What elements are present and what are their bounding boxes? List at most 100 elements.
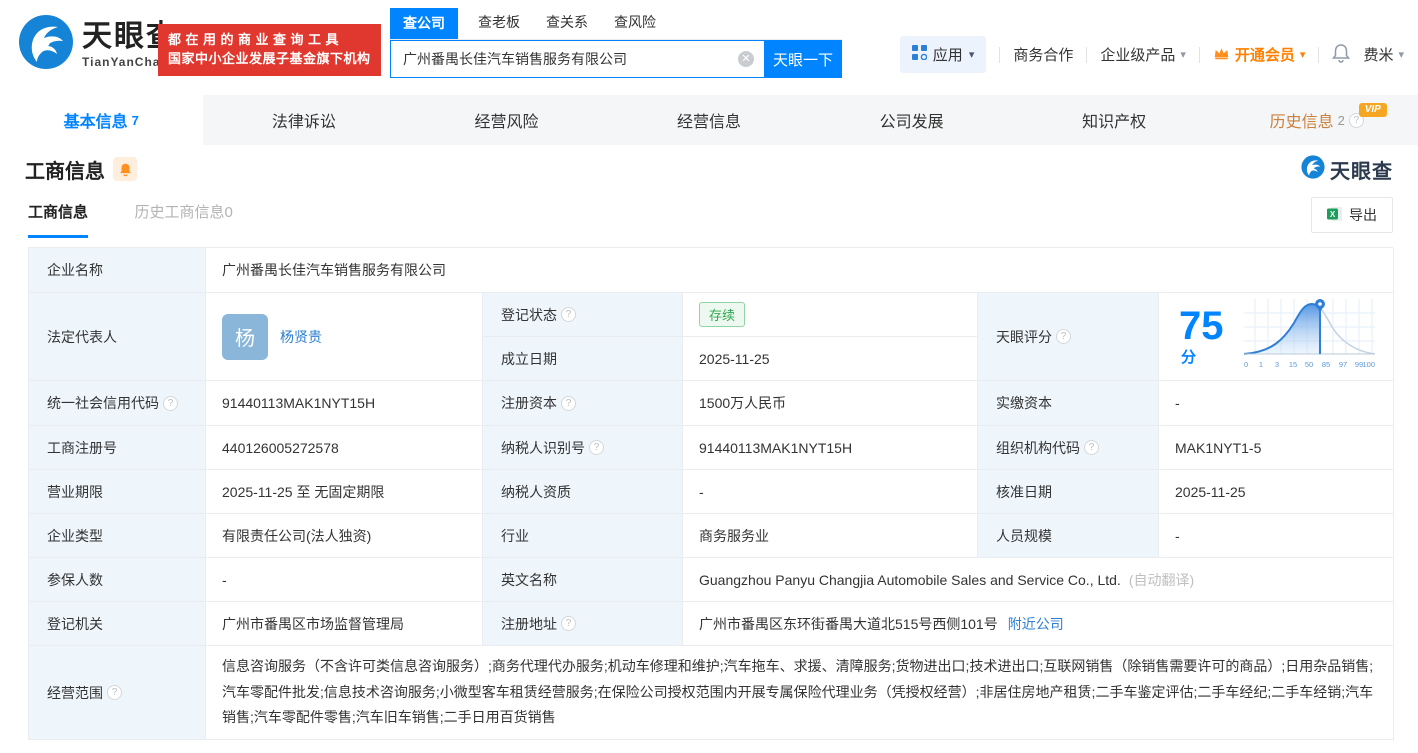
- help-icon[interactable]: ?: [589, 440, 604, 455]
- label-text: 登记机关: [47, 614, 103, 634]
- subtab-business-info[interactable]: 工商信息: [28, 201, 88, 238]
- value-text: 91440113MAK1NYT15H: [222, 395, 375, 411]
- label-text: 核准日期: [996, 482, 1052, 502]
- brand-slogan: 都在用的商业查询工具 国家中小企业发展子基金旗下机构: [158, 24, 381, 76]
- field-label: 注册地址 ?: [483, 602, 683, 646]
- nav-cooperation[interactable]: 商务合作: [1013, 44, 1073, 65]
- search-tab-risk[interactable]: 查风险: [614, 12, 656, 39]
- search-area: 查公司 查老板 查关系 查风险 ✕ 天眼一下: [390, 10, 842, 78]
- field-label: 注册资本 ?: [483, 381, 683, 426]
- field-label: 工商注册号: [29, 426, 206, 470]
- nav-vip[interactable]: 开通会员 ▾: [1213, 44, 1306, 65]
- tab-intellectual-property[interactable]: 知识产权: [1013, 95, 1216, 145]
- status-badge: 存续: [699, 302, 745, 327]
- svg-text:0: 0: [1244, 360, 1248, 369]
- value-text: 1500万人民币: [699, 393, 786, 413]
- bell-icon[interactable]: [1332, 43, 1350, 67]
- avatar[interactable]: 杨: [222, 314, 268, 360]
- search-tab-relation[interactable]: 查关系: [546, 12, 588, 39]
- field-label: 行业: [483, 514, 683, 558]
- chevron-down-icon: ▾: [1398, 48, 1404, 61]
- label-text: 注册资本: [501, 393, 557, 413]
- help-icon[interactable]: ?: [561, 616, 576, 631]
- help-icon[interactable]: ?: [163, 396, 178, 411]
- value-text: 440126005272578: [222, 440, 339, 456]
- svg-text:15: 15: [1289, 360, 1297, 369]
- label-text: 企业类型: [47, 526, 103, 546]
- tab-history-info[interactable]: VIP 历史信息 2 ?: [1215, 95, 1418, 145]
- reg-address-value: 广州市番禺区东环街番禺大道北515号西侧101号 附近公司: [683, 602, 1394, 646]
- field-label: 经营范围 ?: [29, 646, 206, 740]
- value-text: Guangzhou Panyu Changjia Automobile Sale…: [699, 572, 1121, 588]
- tab-operating-info[interactable]: 经营信息: [608, 95, 811, 145]
- value-text: 商务服务业: [699, 526, 769, 546]
- help-icon[interactable]: ?: [107, 685, 122, 700]
- chevron-down-icon: ▾: [969, 48, 975, 61]
- value-text: 有限责任公司(法人独资): [222, 526, 371, 546]
- svg-text:X: X: [1330, 210, 1336, 219]
- field-label: 核准日期: [978, 470, 1159, 514]
- tab-label: 公司发展: [880, 108, 944, 132]
- field-label: 组织机构代码 ?: [978, 426, 1159, 470]
- help-icon[interactable]: ?: [561, 307, 576, 322]
- company-type-value: 有限责任公司(法人独资): [206, 514, 483, 558]
- page-header: 天眼查 TianYanCha.com 都在用的商业查询工具 国家中小企业发展子基…: [0, 0, 1418, 95]
- tab-company-development[interactable]: 公司发展: [810, 95, 1013, 145]
- export-button[interactable]: X 导出: [1311, 197, 1393, 233]
- tianyancha-logo-icon: [18, 14, 74, 75]
- tab-label: 经营风险: [474, 108, 538, 132]
- field-label: 企业名称: [29, 248, 206, 293]
- reg-status-value: 存续: [683, 293, 978, 337]
- label-text: 成立日期: [501, 349, 557, 369]
- field-label: 天眼评分 ?: [978, 293, 1159, 381]
- label-text: 行业: [501, 526, 529, 546]
- subscribe-bell-icon[interactable]: [113, 157, 137, 181]
- nav-user-label: 费米: [1363, 44, 1393, 65]
- excel-icon: X: [1327, 206, 1343, 225]
- help-icon[interactable]: ?: [1056, 329, 1071, 344]
- subtab-history-business-info[interactable]: 历史工商信息0: [134, 201, 232, 222]
- label-text: 组织机构代码: [996, 438, 1080, 458]
- label-text: 英文名称: [501, 570, 557, 590]
- label-text: 登记状态: [501, 305, 557, 325]
- search-tab-company[interactable]: 查公司: [390, 8, 458, 39]
- search-input[interactable]: [390, 40, 764, 78]
- tab-count: 7: [132, 113, 139, 128]
- search-tabs: 查公司 查老板 查关系 查风险: [390, 10, 842, 40]
- tab-operating-risk[interactable]: 经营风险: [405, 95, 608, 145]
- tab-legal[interactable]: 法律诉讼: [203, 95, 406, 145]
- label-text: 经营范围: [47, 683, 103, 703]
- value-text: 广州市番禺区市场监督管理局: [222, 614, 404, 634]
- nav-enterprise[interactable]: 企业级产品 ▾: [1100, 44, 1186, 65]
- score-unit: 分: [1181, 349, 1196, 366]
- svg-text:50: 50: [1305, 360, 1313, 369]
- nearby-companies-link[interactable]: 附近公司: [1008, 614, 1064, 634]
- apps-grid-icon: [912, 45, 927, 64]
- business-scope-value: 信息咨询服务（不含许可类信息咨询服务）;商务代理代办服务;机动车修理和维护;汽车…: [206, 646, 1394, 740]
- search-button[interactable]: 天眼一下: [764, 40, 842, 78]
- slogan-line1: 都在用的商业查询工具: [168, 31, 371, 50]
- field-label: 实缴资本: [978, 381, 1159, 426]
- value-text: -: [1175, 528, 1180, 544]
- field-label: 企业类型: [29, 514, 206, 558]
- tianyan-score: 75分: [1159, 293, 1394, 381]
- label-text: 实缴资本: [996, 393, 1052, 413]
- help-icon[interactable]: ?: [561, 396, 576, 411]
- svg-text:1: 1: [1259, 360, 1263, 369]
- value-text: 广州番禺长佳汽车销售服务有限公司: [222, 260, 446, 280]
- svg-text:3: 3: [1275, 360, 1279, 369]
- field-label: 统一社会信用代码 ?: [29, 381, 206, 426]
- company-name-value: 广州番禺长佳汽车销售服务有限公司: [206, 248, 1394, 293]
- search-tab-boss[interactable]: 查老板: [478, 12, 520, 39]
- legal-rep-link[interactable]: 杨贤贵: [280, 327, 322, 347]
- reg-capital-value: 1500万人民币: [683, 381, 978, 426]
- clear-icon[interactable]: ✕: [738, 51, 754, 67]
- apps-label: 应用: [933, 44, 963, 65]
- tab-basic-info[interactable]: 基本信息 7: [0, 95, 203, 145]
- help-icon[interactable]: ?: [1084, 440, 1099, 455]
- nav-enterprise-label: 企业级产品: [1100, 44, 1175, 65]
- apps-menu[interactable]: 应用 ▾: [900, 36, 987, 73]
- label-text: 法定代表人: [47, 327, 117, 347]
- nav-user[interactable]: 费米 ▾: [1363, 44, 1404, 65]
- watermark-logo: 天眼查: [1301, 155, 1393, 184]
